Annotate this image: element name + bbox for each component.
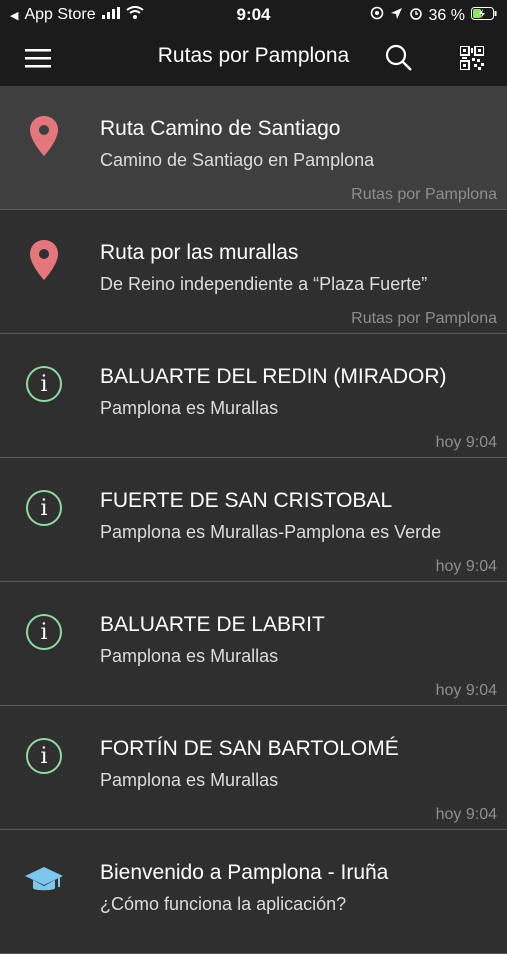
item-subtitle: Pamplona es Murallas <box>100 770 279 790</box>
status-right: 36 % <box>370 6 497 25</box>
qr-scan-button[interactable] <box>456 42 488 74</box>
item-title: BALUARTE DE LABRIT <box>100 613 325 636</box>
map-pin-icon <box>22 238 66 282</box>
list-item[interactable]: Bienvenido a Pamplona - Iruña ¿Cómo func… <box>0 830 507 954</box>
item-title: Bienvenido a Pamplona - Iruña <box>100 861 389 884</box>
alarm-icon <box>409 6 423 25</box>
item-title: BALUARTE DEL REDIN (MIRADOR) <box>100 365 447 388</box>
item-meta: Rutas por Pamplona <box>351 310 497 327</box>
battery-charging-icon <box>471 6 497 25</box>
list-item[interactable]: i FUERTE DE SAN CRISTOBAL Pamplona es Mu… <box>0 458 507 582</box>
page-title: Rutas por Pamplona <box>157 44 350 67</box>
battery-percent: 36 % <box>428 6 465 24</box>
item-title: FORTÍN DE SAN BARTOLOMÉ <box>100 737 399 760</box>
item-subtitle: ¿Cómo funciona la aplicación? <box>100 894 347 914</box>
item-title: Ruta Camino de Santiago <box>100 117 341 140</box>
item-subtitle: Pamplona es Murallas <box>100 398 279 418</box>
item-subtitle: De Reino independiente a “Plaza Fuerte” <box>100 274 428 294</box>
item-subtitle: Pamplona es Murallas <box>100 646 279 666</box>
item-meta: hoy 9:04 <box>435 806 497 823</box>
item-title: FUERTE DE SAN CRISTOBAL <box>100 489 393 512</box>
info-icon: i <box>22 610 66 654</box>
search-icon <box>385 44 412 71</box>
list-item[interactable]: Ruta Camino de Santiago Camino de Santia… <box>0 86 507 210</box>
info-icon: i <box>22 486 66 530</box>
item-subtitle: Pamplona es Murallas-Pamplona es Verde <box>100 522 442 542</box>
item-title: Ruta por las murallas <box>100 241 299 264</box>
search-button[interactable] <box>383 42 415 74</box>
item-meta: hoy 9:04 <box>435 682 497 699</box>
nav-bar: Rutas por Pamplona <box>0 30 507 86</box>
status-bar: ◀ App Store 9:04 36 % <box>0 0 507 30</box>
list-item[interactable]: i FORTÍN DE SAN BARTOLOMÉ Pamplona es Mu… <box>0 706 507 830</box>
map-pin-icon <box>22 114 66 158</box>
content-list: Ruta Camino de Santiago Camino de Santia… <box>0 86 507 954</box>
list-item[interactable]: Ruta por las murallas De Reino independi… <box>0 210 507 334</box>
rotation-lock-icon <box>370 6 384 25</box>
list-item[interactable]: i BALUARTE DEL REDIN (MIRADOR) Pamplona … <box>0 334 507 458</box>
item-meta: hoy 9:04 <box>435 434 497 451</box>
item-meta: Rutas por Pamplona <box>351 186 497 203</box>
location-icon <box>390 7 403 25</box>
list-item[interactable]: i BALUARTE DE LABRIT Pamplona es Muralla… <box>0 582 507 706</box>
info-icon: i <box>22 734 66 778</box>
qr-code-icon <box>460 46 484 70</box>
graduation-cap-icon <box>22 858 66 902</box>
item-subtitle: Camino de Santiago en Pamplona <box>100 150 375 170</box>
info-icon: i <box>22 362 66 406</box>
item-meta: hoy 9:04 <box>435 558 497 575</box>
